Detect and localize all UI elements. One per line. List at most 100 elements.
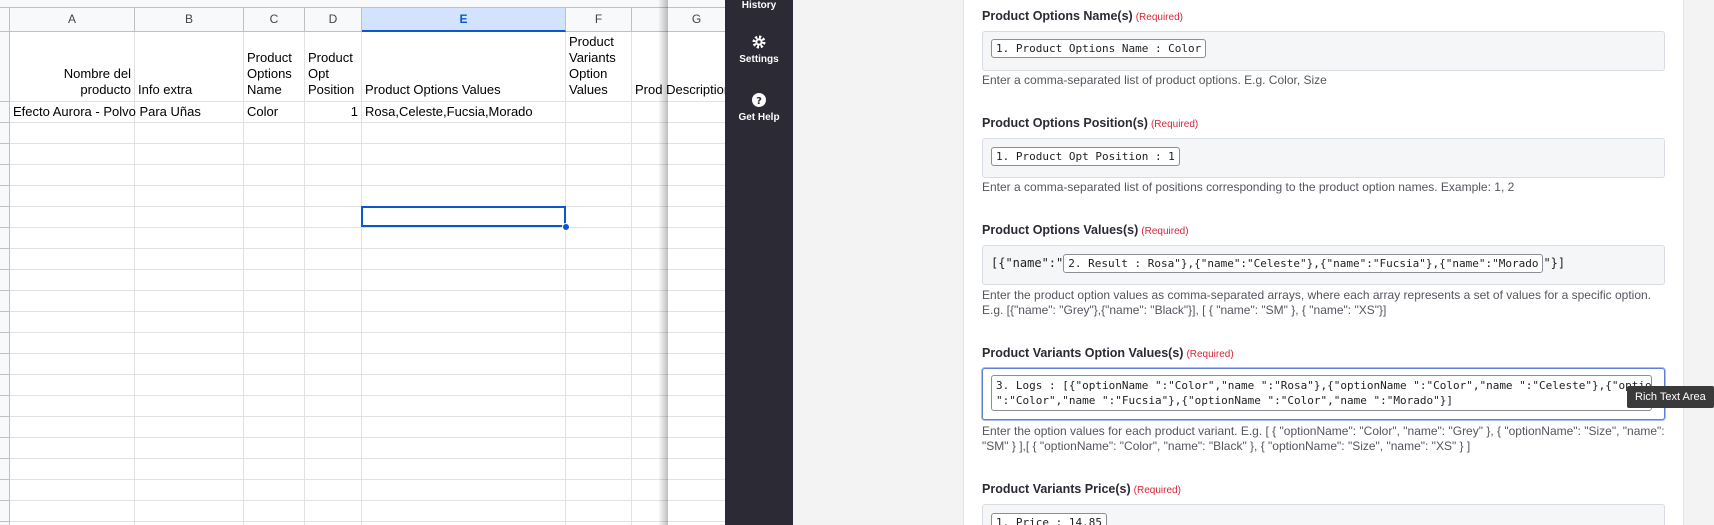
header-cell-f[interactable]: Product Variants Option Values xyxy=(566,32,632,102)
empty-cell[interactable] xyxy=(566,459,632,480)
options-positions-input[interactable]: 1. Product Opt Position : 1 xyxy=(982,138,1665,178)
empty-cell[interactable] xyxy=(362,438,566,459)
column-header-c[interactable]: C xyxy=(244,8,305,32)
empty-cell[interactable] xyxy=(362,396,566,417)
empty-cell[interactable] xyxy=(10,186,135,207)
column-header-d[interactable]: D xyxy=(305,8,362,32)
empty-cell[interactable] xyxy=(566,291,632,312)
selected-cell[interactable] xyxy=(361,206,566,227)
row-header[interactable] xyxy=(0,186,10,207)
empty-cell[interactable] xyxy=(135,207,244,228)
fill-handle[interactable] xyxy=(562,223,570,231)
empty-cell[interactable] xyxy=(632,123,725,144)
empty-cell[interactable] xyxy=(10,165,135,186)
empty-cell[interactable] xyxy=(135,186,244,207)
cell-f2[interactable] xyxy=(566,102,632,123)
column-header-b[interactable]: B xyxy=(135,8,244,32)
row-header[interactable] xyxy=(0,312,10,333)
empty-cell[interactable] xyxy=(362,480,566,501)
column-header-g[interactable]: G xyxy=(632,8,725,32)
empty-cell[interactable] xyxy=(244,354,305,375)
empty-cell[interactable] xyxy=(244,249,305,270)
sidebar-item-settings[interactable]: Settings xyxy=(725,34,793,65)
empty-cell[interactable] xyxy=(244,186,305,207)
select-all-corner[interactable] xyxy=(0,8,10,32)
empty-cell[interactable] xyxy=(632,186,725,207)
empty-cell[interactable] xyxy=(632,207,725,228)
empty-cell[interactable] xyxy=(305,144,362,165)
empty-cell[interactable] xyxy=(566,207,632,228)
cell-g2[interactable] xyxy=(632,102,725,123)
empty-cell[interactable] xyxy=(244,375,305,396)
row-header[interactable] xyxy=(0,228,10,249)
mapped-value-pill[interactable]: 1. Price : 14.85 xyxy=(991,513,1107,525)
cell-a2[interactable]: Efecto Aurora - Polvo Para Uñas xyxy=(10,102,201,123)
row-header[interactable] xyxy=(0,501,10,522)
row-header[interactable] xyxy=(0,480,10,501)
empty-cell[interactable] xyxy=(244,438,305,459)
empty-cell[interactable] xyxy=(632,333,725,354)
empty-cell[interactable] xyxy=(244,480,305,501)
header-cell-d[interactable]: Product Opt Position xyxy=(305,32,362,102)
cell-e2[interactable]: Rosa,Celeste,Fucsia,Morado xyxy=(362,102,566,123)
empty-cell[interactable] xyxy=(632,291,725,312)
empty-cell[interactable] xyxy=(566,228,632,249)
empty-cell[interactable] xyxy=(566,165,632,186)
empty-cell[interactable] xyxy=(244,396,305,417)
empty-cell[interactable] xyxy=(632,228,725,249)
empty-cell[interactable] xyxy=(135,396,244,417)
empty-cell[interactable] xyxy=(10,270,135,291)
empty-cell[interactable] xyxy=(362,123,566,144)
empty-cell[interactable] xyxy=(135,123,244,144)
empty-cell[interactable] xyxy=(305,207,362,228)
empty-cell[interactable] xyxy=(632,459,725,480)
empty-cell[interactable] xyxy=(244,291,305,312)
empty-cell[interactable] xyxy=(305,396,362,417)
empty-cell[interactable] xyxy=(10,249,135,270)
empty-cell[interactable] xyxy=(566,480,632,501)
empty-cell[interactable] xyxy=(135,144,244,165)
empty-cell[interactable] xyxy=(362,417,566,438)
empty-cell[interactable] xyxy=(10,417,135,438)
column-header-e[interactable]: E xyxy=(362,8,566,32)
empty-cell[interactable] xyxy=(10,123,135,144)
row-header[interactable] xyxy=(0,32,10,102)
empty-cell[interactable] xyxy=(362,186,566,207)
empty-cell[interactable] xyxy=(305,375,362,396)
empty-cell[interactable] xyxy=(305,333,362,354)
empty-cell[interactable] xyxy=(632,417,725,438)
empty-cell[interactable] xyxy=(10,459,135,480)
empty-cell[interactable] xyxy=(566,375,632,396)
empty-cell[interactable] xyxy=(135,438,244,459)
empty-cell[interactable] xyxy=(566,249,632,270)
empty-cell[interactable] xyxy=(135,354,244,375)
empty-cell[interactable] xyxy=(305,228,362,249)
empty-cell[interactable] xyxy=(244,165,305,186)
empty-cell[interactable] xyxy=(362,228,566,249)
empty-cell[interactable] xyxy=(135,375,244,396)
empty-cell[interactable] xyxy=(305,249,362,270)
row-header[interactable] xyxy=(0,102,10,123)
row-header[interactable] xyxy=(0,333,10,354)
empty-cell[interactable] xyxy=(244,333,305,354)
row-header[interactable] xyxy=(0,396,10,417)
row-header[interactable] xyxy=(0,270,10,291)
header-cell-e[interactable]: Product Options Values xyxy=(362,32,566,102)
header-cell-a[interactable]: Nombre del producto xyxy=(10,32,135,102)
mapped-value-pill[interactable]: 2. Result : Rosa"},{"name":"Celeste"},{"… xyxy=(1063,254,1544,273)
empty-cell[interactable] xyxy=(244,270,305,291)
column-header-f[interactable]: F xyxy=(566,8,632,32)
empty-cell[interactable] xyxy=(10,207,135,228)
empty-cell[interactable] xyxy=(632,438,725,459)
empty-cell[interactable] xyxy=(632,480,725,501)
empty-cell[interactable] xyxy=(244,459,305,480)
empty-cell[interactable] xyxy=(10,396,135,417)
empty-cell[interactable] xyxy=(244,123,305,144)
row-header[interactable] xyxy=(0,438,10,459)
empty-cell[interactable] xyxy=(135,501,244,522)
empty-cell[interactable] xyxy=(135,480,244,501)
row-header[interactable] xyxy=(0,123,10,144)
empty-cell[interactable] xyxy=(362,312,566,333)
row-header[interactable] xyxy=(0,249,10,270)
empty-cell[interactable] xyxy=(10,501,135,522)
